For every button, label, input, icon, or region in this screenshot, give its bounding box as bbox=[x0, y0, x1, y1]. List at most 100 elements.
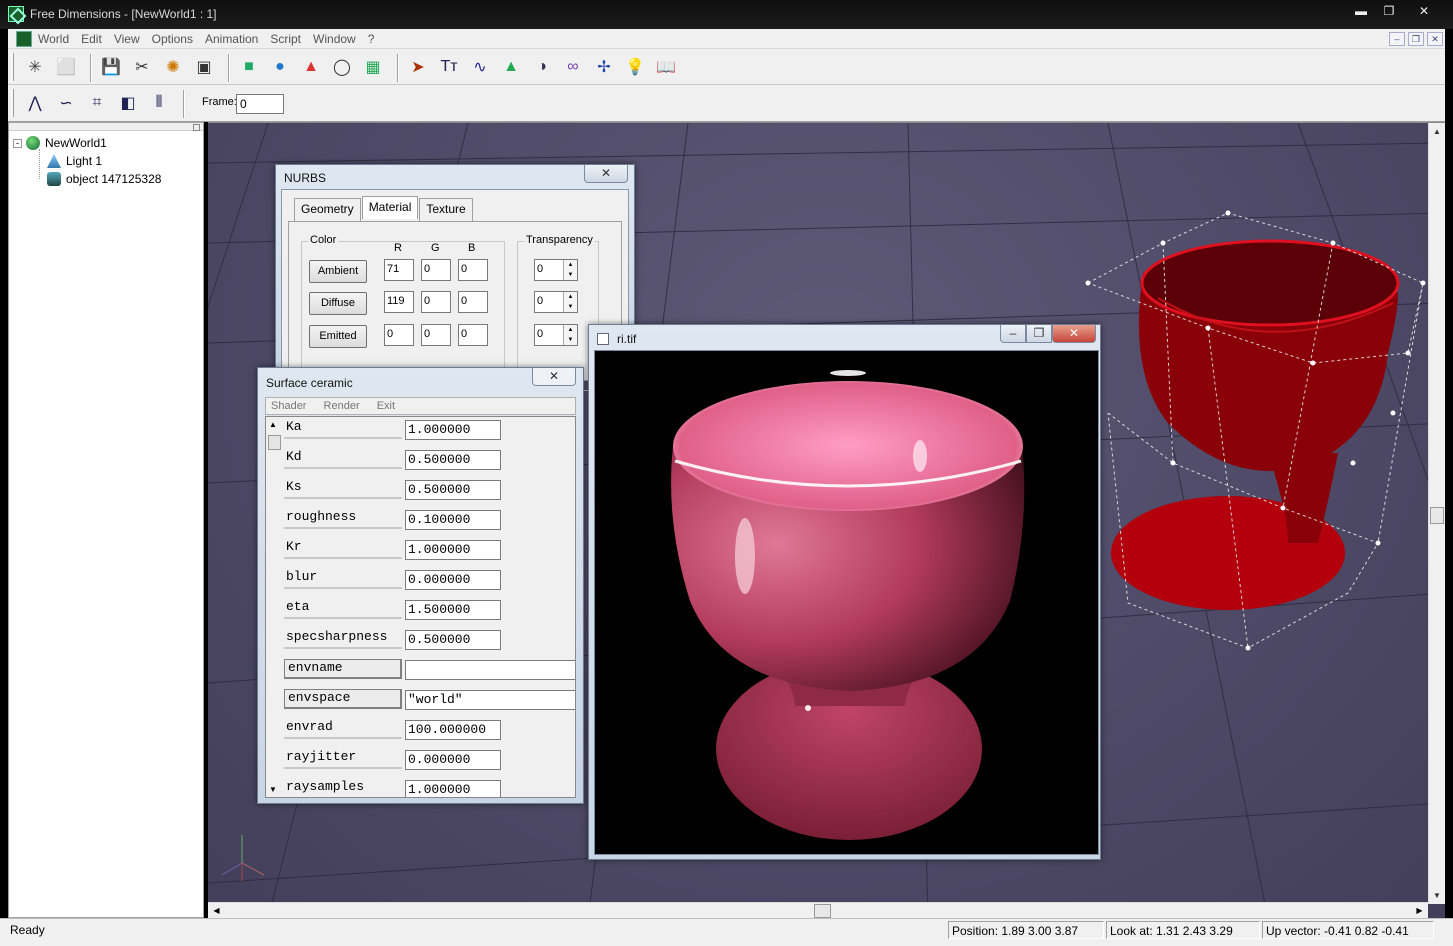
emitted-b-input[interactable]: 0 bbox=[458, 324, 488, 346]
scroll-up-icon[interactable]: ▲ bbox=[1429, 123, 1445, 140]
ambient-g-input[interactable]: 0 bbox=[421, 259, 451, 281]
scroll-left-icon[interactable]: ◀ bbox=[208, 903, 225, 918]
grid-icon[interactable]: ▦ bbox=[360, 54, 386, 80]
color-cube-icon[interactable]: ■ bbox=[236, 54, 262, 80]
param-value-input[interactable]: 0.000000 bbox=[405, 750, 501, 770]
axis-icon[interactable]: ✢ bbox=[591, 54, 617, 80]
param-value-input[interactable]: 0.500000 bbox=[405, 630, 501, 650]
mdi-close-button[interactable]: ✕ bbox=[1427, 32, 1443, 46]
text-icon[interactable]: Tт bbox=[436, 54, 462, 80]
spin-arrows-icon[interactable]: ▲ ▼ bbox=[563, 325, 577, 345]
infinity-icon[interactable]: ∞ bbox=[560, 54, 586, 80]
param-label[interactable]: envspace bbox=[284, 689, 402, 709]
sphere-icon[interactable]: ● bbox=[267, 54, 293, 80]
patch-icon[interactable]: ⌗ bbox=[84, 90, 110, 116]
diffuse-transparency-spinner[interactable]: 0 ▲ ▼ bbox=[534, 291, 578, 313]
emitted-button[interactable]: Emitted bbox=[309, 325, 367, 348]
minimize-button[interactable]: – bbox=[1000, 325, 1026, 343]
spline-icon[interactable]: ∽ bbox=[53, 90, 79, 116]
diffuse-g-input[interactable]: 0 bbox=[421, 291, 451, 313]
menu-world[interactable]: World bbox=[38, 32, 76, 46]
wand-icon[interactable]: ✳ bbox=[22, 54, 48, 80]
param-value-input[interactable]: 1.000000 bbox=[405, 780, 501, 797]
sweep-icon[interactable]: ◑ bbox=[529, 54, 555, 80]
param-value-input[interactable]: 0.000000 bbox=[405, 570, 501, 590]
menu-view[interactable]: View bbox=[114, 32, 147, 46]
close-button[interactable]: ✕ bbox=[1403, 2, 1445, 20]
tree-node-object[interactable]: object 147125328 bbox=[47, 172, 161, 186]
close-button[interactable]: ✕ bbox=[1052, 325, 1096, 343]
tab-texture[interactable]: Texture bbox=[419, 198, 473, 221]
explode-icon[interactable]: ✺ bbox=[160, 54, 186, 80]
toolbar-grip[interactable] bbox=[11, 89, 14, 117]
mountain-icon[interactable]: ▲ bbox=[498, 54, 524, 80]
param-value-input[interactable]: 1.000000 bbox=[405, 540, 501, 560]
menu-exit[interactable]: Exit bbox=[377, 400, 395, 412]
frame-input[interactable]: 0 bbox=[236, 94, 284, 114]
arrow-icon[interactable]: ➤ bbox=[405, 54, 431, 80]
nurbs-face-icon[interactable]: ◧ bbox=[115, 90, 141, 116]
tree-node-world[interactable]: - NewWorld1 bbox=[13, 136, 107, 150]
scroll-right-icon[interactable]: ▶ bbox=[1411, 903, 1428, 918]
scroll-down-icon[interactable]: ▼ bbox=[1429, 887, 1445, 904]
cube-icon[interactable]: ⬜ bbox=[53, 54, 79, 80]
spin-arrows-icon[interactable]: ▲ ▼ bbox=[563, 292, 577, 312]
param-value-input[interactable] bbox=[405, 660, 575, 680]
tab-material[interactable]: Material bbox=[361, 196, 419, 219]
diffuse-button[interactable]: Diffuse bbox=[309, 292, 367, 315]
revolve-icon[interactable]: ⦀ bbox=[146, 90, 172, 116]
close-button[interactable]: ✕ bbox=[584, 165, 628, 183]
light-bulb-icon[interactable]: 💡 bbox=[622, 54, 648, 80]
polyline-icon[interactable]: ⋀ bbox=[22, 90, 48, 116]
tab-geometry[interactable]: Geometry bbox=[294, 198, 361, 221]
stamp-icon[interactable]: ▣ bbox=[191, 54, 217, 80]
ambient-transparency-spinner[interactable]: 0 ▲ ▼ bbox=[534, 259, 578, 281]
menu-animation[interactable]: Animation bbox=[205, 32, 265, 46]
param-value-input[interactable]: "world" bbox=[405, 690, 575, 710]
spin-arrows-icon[interactable]: ▲ ▼ bbox=[563, 260, 577, 280]
book-icon[interactable]: 📖 bbox=[653, 54, 679, 80]
maximize-button[interactable]: ❐ bbox=[1026, 325, 1052, 343]
ambient-button[interactable]: Ambient bbox=[309, 260, 367, 283]
emitted-transparency-spinner[interactable]: 0 ▲ ▼ bbox=[534, 324, 578, 346]
param-value-input[interactable]: 1.500000 bbox=[405, 600, 501, 620]
maximize-button[interactable]: ❐ bbox=[1375, 2, 1403, 20]
vertical-scrollbar[interactable]: ▲ ▼ bbox=[1428, 123, 1445, 904]
scroll-up-icon[interactable]: ▲ bbox=[269, 420, 277, 429]
scissors-icon[interactable]: ✂ bbox=[129, 54, 155, 80]
mdi-minimize-button[interactable]: – bbox=[1389, 32, 1405, 46]
minimize-button[interactable]: ▬ bbox=[1347, 2, 1375, 20]
tree-node-light[interactable]: Light 1 bbox=[47, 154, 102, 168]
scroll-down-icon[interactable]: ▼ bbox=[269, 785, 277, 794]
collapse-icon[interactable]: - bbox=[13, 138, 22, 148]
toolbar-grip[interactable] bbox=[11, 53, 14, 81]
close-button[interactable]: ✕ bbox=[532, 368, 576, 386]
menu-options[interactable]: Options bbox=[152, 32, 200, 46]
cone-icon[interactable]: ▲ bbox=[298, 54, 324, 80]
torus-icon[interactable]: ◯ bbox=[329, 54, 355, 80]
menu-window[interactable]: Window bbox=[313, 32, 363, 46]
param-scrollbar[interactable]: ▲ ▼ bbox=[266, 417, 283, 797]
menu-help[interactable]: ? bbox=[368, 32, 382, 46]
param-value-input[interactable]: 100.000000 bbox=[405, 720, 501, 740]
emitted-r-input[interactable]: 0 bbox=[384, 324, 414, 346]
param-label[interactable]: envname bbox=[284, 659, 402, 679]
diffuse-b-input[interactable]: 0 bbox=[458, 291, 488, 313]
ambient-b-input[interactable]: 0 bbox=[458, 259, 488, 281]
menu-edit[interactable]: Edit bbox=[81, 32, 109, 46]
menu-shader[interactable]: Shader bbox=[271, 400, 306, 412]
ambient-r-input[interactable]: 71 bbox=[384, 259, 414, 281]
scroll-thumb[interactable] bbox=[1430, 507, 1444, 524]
document-icon[interactable] bbox=[16, 31, 32, 47]
curve-icon[interactable]: ∿ bbox=[467, 54, 493, 80]
menu-script[interactable]: Script bbox=[270, 32, 308, 46]
emitted-g-input[interactable]: 0 bbox=[421, 324, 451, 346]
mdi-restore-button[interactable]: ❐ bbox=[1408, 32, 1424, 46]
red-cup[interactable] bbox=[1111, 239, 1400, 610]
scroll-thumb[interactable] bbox=[268, 435, 281, 450]
diffuse-r-input[interactable]: 119 bbox=[384, 291, 414, 313]
param-value-input[interactable]: 1.000000 bbox=[405, 420, 501, 440]
param-value-input[interactable]: 0.100000 bbox=[405, 510, 501, 530]
menu-render[interactable]: Render bbox=[324, 400, 360, 412]
scroll-thumb[interactable] bbox=[814, 904, 831, 918]
